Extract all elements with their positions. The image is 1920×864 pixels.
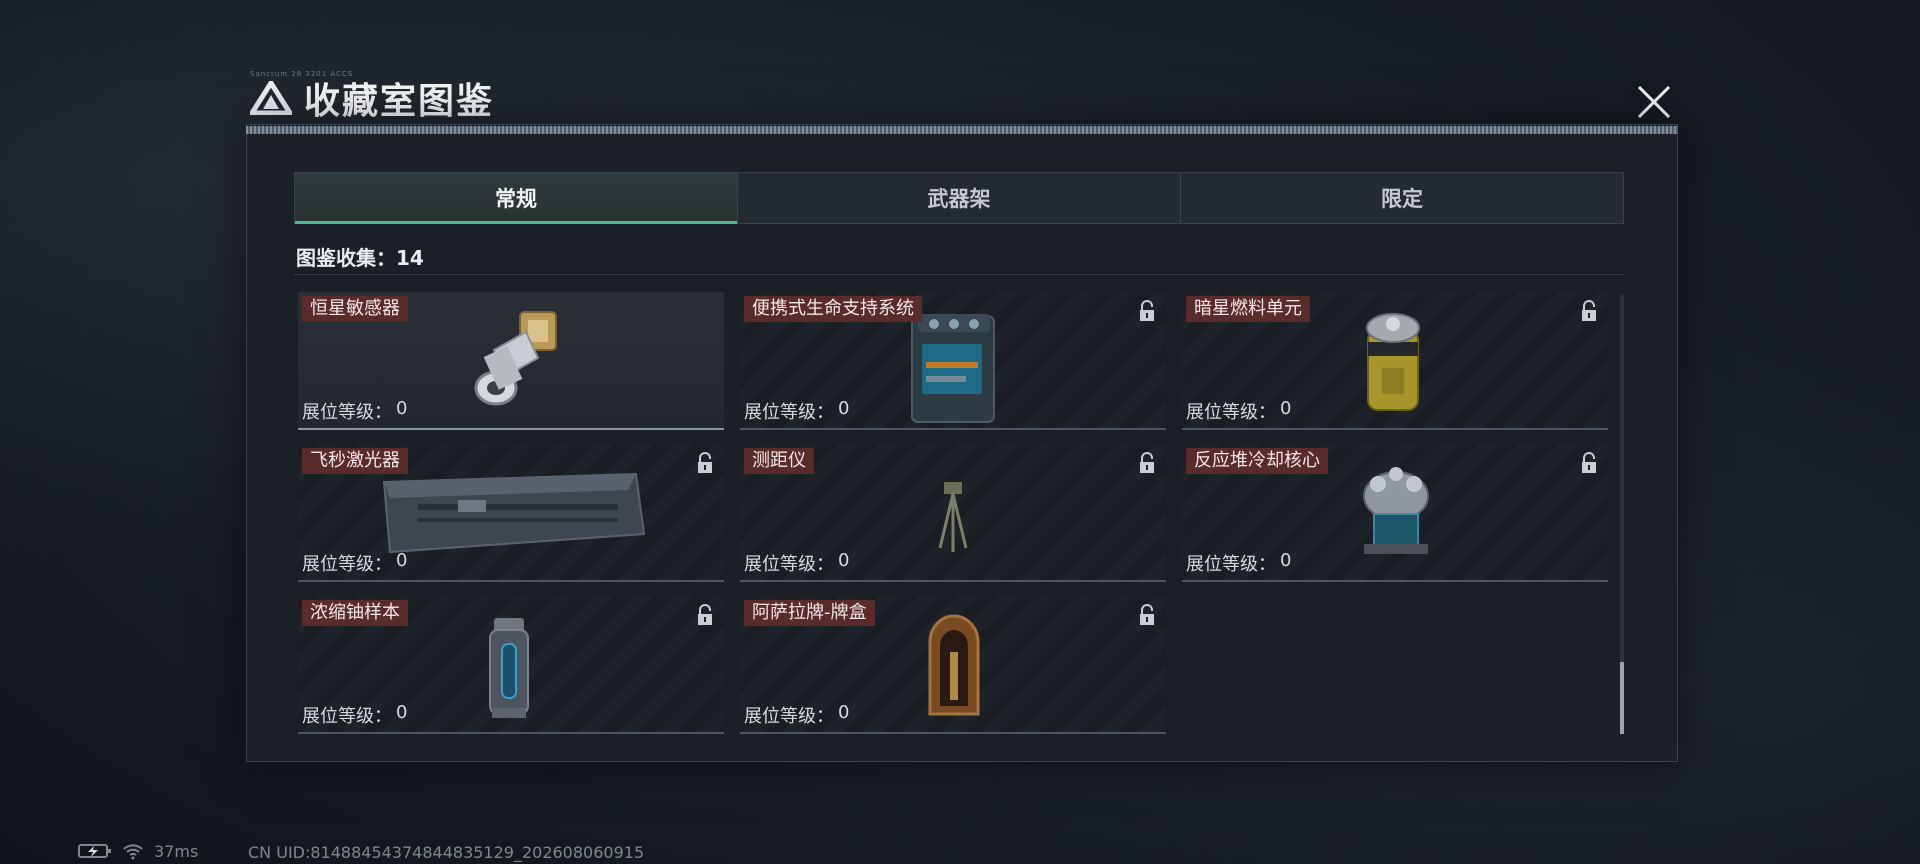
item-card-rangefinder[interactable]: 测距仪 展位等级： 0 (740, 444, 1166, 582)
level-value: 0 (396, 398, 408, 419)
level-label: 展位等级： (1186, 554, 1276, 575)
level-label: 展位等级： (302, 554, 392, 575)
close-button[interactable] (1632, 80, 1676, 124)
lock-icon (698, 452, 712, 473)
lock-icon (1140, 452, 1154, 473)
item-level: 展位等级： 0 (744, 702, 849, 728)
collection-value: 14 (396, 246, 424, 270)
item-level: 展位等级： 0 (302, 398, 407, 424)
level-value: 0 (396, 550, 408, 571)
item-card-reactor-core[interactable]: 反应堆冷却核心 展位等级： 0 (1182, 444, 1608, 582)
item-name: 飞秒激光器 (302, 448, 408, 474)
delta-logo-icon (250, 81, 292, 115)
tab-bar: 常规 武器架 限定 (294, 172, 1624, 224)
close-icon (1637, 85, 1671, 119)
item-card-asala-card-box[interactable]: 阿萨拉牌-牌盒 展位等级： 0 (740, 596, 1166, 734)
item-level: 展位等级： 0 (302, 550, 407, 576)
tab-weapon-rack[interactable]: 武器架 (738, 173, 1181, 223)
level-value: 0 (838, 550, 850, 571)
scrollbar-thumb[interactable] (1620, 662, 1624, 734)
level-label: 展位等级： (744, 554, 834, 575)
page-title: 收藏室图鉴 (304, 81, 495, 122)
item-level: 展位等级： 0 (1186, 398, 1291, 424)
player-uid: CN UID:814884543748448351​29_20260806091… (248, 843, 645, 862)
item-name: 浓缩铀样本 (302, 600, 408, 626)
lock-icon (1582, 300, 1596, 321)
item-level: 展位等级： 0 (744, 550, 849, 576)
collection-label: 图鉴收集： (296, 246, 396, 270)
tab-regular[interactable]: 常规 (295, 173, 738, 224)
tab-limited[interactable]: 限定 (1181, 173, 1623, 223)
item-name: 便携式生命支持系统 (744, 296, 922, 322)
level-value: 0 (838, 398, 850, 419)
level-label: 展位等级： (302, 402, 392, 423)
ping-value: 37ms (154, 841, 199, 861)
lock-icon (1582, 452, 1596, 473)
level-value: 0 (1280, 550, 1292, 571)
level-label: 展位等级： (744, 402, 834, 423)
battery-charging-icon (78, 844, 111, 858)
level-value: 0 (838, 702, 850, 723)
header: 收藏室图鉴 (250, 76, 494, 122)
collection-count: 图鉴收集：14 (296, 242, 424, 271)
item-name: 暗星燃料单元 (1186, 296, 1310, 322)
item-name: 阿萨拉牌-牌盒 (744, 600, 875, 626)
item-level: 展位等级： 0 (1186, 550, 1291, 576)
level-label: 展位等级： (302, 706, 392, 727)
level-label: 展位等级： (744, 706, 834, 727)
divider (294, 274, 1624, 275)
level-value: 0 (1280, 398, 1292, 419)
item-card-star-sensor[interactable]: 恒星敏感器 展位等级： 0 (298, 292, 724, 430)
item-level: 展位等级： 0 (744, 398, 849, 424)
item-card-fuel-cell[interactable]: 暗星燃料单元 展位等级： 0 (1182, 292, 1608, 430)
grid-scrollbar[interactable] (1620, 294, 1624, 734)
lock-icon (1140, 300, 1154, 321)
item-name: 反应堆冷却核心 (1186, 448, 1328, 474)
wifi-icon (123, 844, 143, 860)
item-card-femto-laser[interactable]: 飞秒激光器 展位等级： 0 (298, 444, 724, 582)
status-bar: 37ms (78, 840, 198, 862)
lock-icon (1140, 604, 1154, 625)
dialog-top-border (246, 126, 1678, 134)
level-value: 0 (396, 702, 408, 723)
item-name: 恒星敏感器 (302, 296, 408, 322)
item-name: 测距仪 (744, 448, 814, 474)
item-level: 展位等级： 0 (302, 702, 407, 728)
item-card-life-support[interactable]: 便携式生命支持系统 展位等级： 0 (740, 292, 1166, 430)
item-card-uranium-sample[interactable]: 浓缩铀样本 展位等级： 0 (298, 596, 724, 734)
level-label: 展位等级： (1186, 402, 1276, 423)
lock-icon (698, 604, 712, 625)
